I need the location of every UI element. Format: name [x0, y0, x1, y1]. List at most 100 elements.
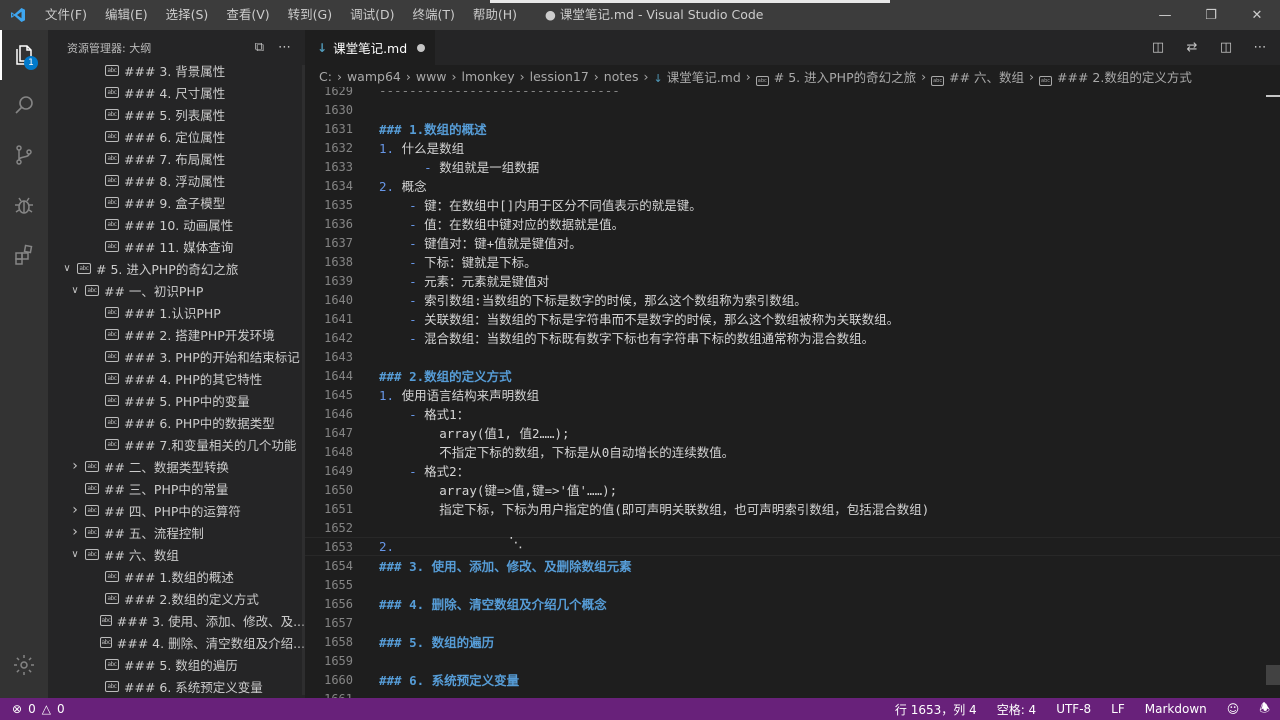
menu-item[interactable]: 调试(D) — [341, 0, 403, 30]
close-icon[interactable]: ✕ — [1234, 0, 1280, 30]
outline-item[interactable]: abc ### 7. 布局属性 — [48, 147, 305, 169]
outline-item[interactable]: abc ### 3. 使用、添加、修改、及... — [48, 609, 305, 631]
chevron-right-icon[interactable]: › — [68, 502, 82, 518]
breadcrumb-symbol[interactable]: abc ### 2.数组的定义方式 — [1039, 67, 1192, 86]
more-actions-icon[interactable]: ⋯ — [278, 40, 291, 55]
search-icon[interactable] — [0, 80, 48, 130]
editor-scrollbar[interactable] — [1266, 87, 1280, 698]
breadcrumb-file[interactable]: ↓ 课堂笔记.md — [653, 67, 740, 86]
code-line[interactable]: 1661 — [305, 689, 1280, 699]
outline-item[interactable]: abc ### 3. PHP的开始和结束标记 — [48, 345, 305, 367]
outline-item[interactable]: › abc ## 五、流程控制 — [48, 521, 305, 543]
outline-item[interactable]: abc ### 2.数组的定义方式 — [48, 587, 305, 609]
chevron-right-icon[interactable]: › — [68, 458, 82, 474]
code-line[interactable]: 1652 — [305, 518, 1280, 537]
outline-item[interactable]: ∨ abc ## 六、数组 — [48, 543, 305, 565]
source-control-icon[interactable] — [0, 130, 48, 180]
outline-item[interactable]: abc ### 11. 媒体查询 — [48, 235, 305, 257]
unsaved-dot-icon[interactable] — [417, 43, 426, 52]
outline-item[interactable]: abc ### 4. PHP的其它特性 — [48, 367, 305, 389]
tab-notes-md[interactable]: ↓ 课堂笔记.md — [305, 30, 435, 65]
restore-icon[interactable]: ❐ — [1188, 0, 1234, 30]
menu-item[interactable]: 文件(F) — [36, 0, 96, 30]
outline-item[interactable]: abc ### 6. 定位属性 — [48, 125, 305, 147]
more-actions-icon[interactable]: ⋯ — [1250, 40, 1270, 55]
code-line[interactable]: 1646 - 格式1： — [305, 404, 1280, 423]
menu-item[interactable]: 编辑(E) — [96, 0, 157, 30]
outline-item[interactable]: abc ### 4. 尺寸属性 — [48, 81, 305, 103]
menu-item[interactable]: 选择(S) — [157, 0, 218, 30]
code-line[interactable]: 1632 1. 什么是数组 — [305, 138, 1280, 157]
code-line[interactable]: 1653 2. — [305, 537, 1280, 556]
outline-item[interactable]: abc ### 9. 盒子模型 — [48, 191, 305, 213]
code-line[interactable]: 1649 - 格式2： — [305, 461, 1280, 480]
code-line[interactable]: 1657 — [305, 613, 1280, 632]
outline-item[interactable]: › abc ## 四、PHP中的运算符 — [48, 499, 305, 521]
open-preview-icon[interactable]: ◫ — [1148, 40, 1168, 55]
settings-gear-icon[interactable] — [0, 640, 48, 690]
debug-icon[interactable] — [0, 180, 48, 230]
code-line[interactable]: 1645 1. 使用语言结构来声明数组 — [305, 385, 1280, 404]
notifications-bell-icon[interactable]: 🕭 — [1249, 699, 1280, 720]
breadcrumb-folder[interactable]: notes — [604, 69, 639, 84]
menu-item[interactable]: 查看(V) — [217, 0, 278, 30]
extensions-icon[interactable] — [0, 230, 48, 280]
code-line[interactable]: 1642 - 混合数组：当数组的下标既有数字下标也有字符串下标的数组通常称为混合… — [305, 328, 1280, 347]
code-line[interactable]: 1633 - 数组就是一组数据 — [305, 157, 1280, 176]
code-line[interactable]: 1655 — [305, 575, 1280, 594]
code-line[interactable]: 1650 array(键=>值,键=>'值'……); — [305, 480, 1280, 499]
menu-item[interactable]: 终端(T) — [403, 0, 463, 30]
outline-item[interactable]: abc ### 1.认识PHP — [48, 301, 305, 323]
code-line[interactable]: 1636 - 值：在数组中键对应的数据就是值。 — [305, 214, 1280, 233]
outline-item[interactable]: abc ### 4. 删除、清空数组及介绍... — [48, 631, 305, 653]
language-mode[interactable]: Markdown — [1135, 702, 1217, 716]
minimize-icon[interactable]: — — [1142, 0, 1188, 30]
chevron-down-icon[interactable]: ∨ — [60, 263, 74, 274]
code-line[interactable]: 1647 array(值1, 值2……); — [305, 423, 1280, 442]
outline-item[interactable]: ∨ abc ## 一、初识PHP — [48, 279, 305, 301]
code-line[interactable]: 1659 — [305, 651, 1280, 670]
outline-item[interactable]: abc ### 1.数组的概述 — [48, 565, 305, 587]
code-line[interactable]: 1651 指定下标，下标为用户指定的值(即可声明关联数组，也可声明索引数组，包括… — [305, 499, 1280, 518]
outline-item[interactable]: abc ### 7.和变量相关的几个功能 — [48, 433, 305, 455]
explorer-icon[interactable]: 1 — [0, 30, 48, 80]
code-line[interactable]: 1639 - 元素：元素就是键值对 — [305, 271, 1280, 290]
breadcrumb-folder[interactable]: lmonkey — [462, 69, 515, 84]
code-line[interactable]: 1648 不指定下标的数组，下标是从0自动增长的连续数值。 — [305, 442, 1280, 461]
code-line[interactable]: 1644 ### 2.数组的定义方式 — [305, 366, 1280, 385]
breadcrumb-folder[interactable]: lession17 — [530, 69, 589, 84]
split-editor-icon[interactable]: ◫ — [1216, 40, 1236, 55]
breadcrumb-folder[interactable]: wamp64 — [347, 69, 401, 84]
outline-item[interactable]: abc ### 2. 搭建PHP开发环境 — [48, 323, 305, 345]
outline-item[interactable]: › abc ## 二、数据类型转换 — [48, 455, 305, 477]
chevron-down-icon[interactable]: ∨ — [68, 549, 82, 560]
scrollbar-thumb[interactable] — [1266, 665, 1280, 685]
code-line[interactable]: 1640 - 索引数组:当数组的下标是数字的时候，那么这个数组称为索引数组。 — [305, 290, 1280, 309]
collapse-all-icon[interactable]: ⧉ — [255, 40, 264, 55]
outline-item[interactable]: abc ### 5. 数组的遍历 — [48, 653, 305, 675]
outline-item[interactable]: ∨ abc # 5. 进入PHP的奇幻之旅 — [48, 257, 305, 279]
end-of-line[interactable]: LF — [1101, 702, 1135, 716]
outline-item[interactable]: abc ### 6. 系统预定义变量 — [48, 675, 305, 697]
code-line[interactable]: 1630 — [305, 100, 1280, 119]
breadcrumb-folder[interactable]: www — [416, 69, 447, 84]
code-line[interactable]: 1660 ### 6. 系统预定义变量 — [305, 670, 1280, 689]
feedback-icon[interactable]: ☺ — [1217, 702, 1250, 716]
indentation[interactable]: 空格: 4 — [987, 701, 1047, 718]
code-line[interactable]: 1629 -------------------------------- — [305, 87, 1280, 100]
code-line[interactable]: 1638 - 下标：键就是下标。 — [305, 252, 1280, 271]
code-line[interactable]: 1634 2. 概念 — [305, 176, 1280, 195]
breadcrumb-folder[interactable]: C: — [319, 69, 332, 84]
cursor-position[interactable]: 行 1653，列 4 — [885, 701, 987, 718]
chevron-down-icon[interactable]: ∨ — [68, 285, 82, 296]
problems-indicator[interactable]: ⊗ 0 △ 0 — [0, 702, 65, 716]
chevron-right-icon[interactable]: › — [68, 524, 82, 540]
menu-item[interactable]: 转到(G) — [279, 0, 341, 30]
outline-item[interactable]: abc ### 8. 浮动属性 — [48, 169, 305, 191]
outline-item[interactable]: abc ## 三、PHP中的常量 — [48, 477, 305, 499]
code-editor[interactable]: 1629 -------------------------------- 1630… — [305, 87, 1280, 698]
code-line[interactable]: 1654 ### 3. 使用、添加、修改、及删除数组元素 — [305, 556, 1280, 575]
encoding[interactable]: UTF-8 — [1046, 702, 1101, 716]
outline-item[interactable]: abc ### 10. 动画属性 — [48, 213, 305, 235]
code-line[interactable]: 1635 - 键：在数组中[]内用于区分不同值表示的就是键。 — [305, 195, 1280, 214]
